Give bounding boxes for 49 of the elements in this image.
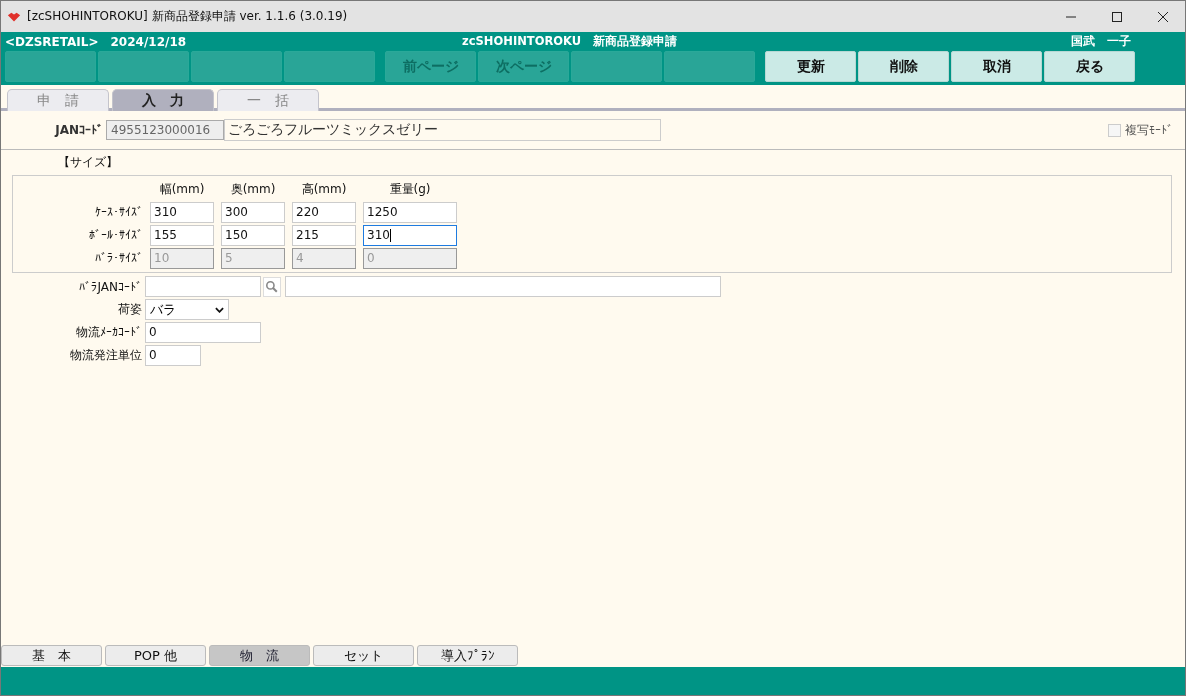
column-header: 高(mm) <box>300 180 348 198</box>
column-header: 幅(mm) <box>158 180 206 198</box>
company-label: <DZSRETAIL> <box>5 34 99 49</box>
function-key[interactable]: 削除 <box>858 51 949 82</box>
row-label: ﾎﾞｰﾙ･ｻｲｽﾞ <box>88 228 143 242</box>
input-field[interactable] <box>145 276 261 297</box>
input-field[interactable]: 0 <box>145 345 201 366</box>
row-label: ﾊﾞﾗ･ｻｲｽﾞ <box>94 251 143 265</box>
tab[interactable]: 導入ﾌﾟﾗﾝ <box>417 645 518 666</box>
field-label: 物流ﾒｰｶｺｰﾄﾞ <box>75 324 142 341</box>
jan-code-field: 4955123000016 <box>106 120 224 140</box>
input-field[interactable]: 0 <box>145 322 261 343</box>
column-header: 重量(g) <box>388 180 432 198</box>
chevron-down-icon <box>215 306 224 313</box>
function-key[interactable]: 取消 <box>951 51 1042 82</box>
screen-title: zcSHOHINTOROKU 新商品登録申請 <box>462 34 678 49</box>
column-header: 奥(mm) <box>229 180 277 198</box>
app-logo-icon <box>7 10 21 23</box>
field-label: 荷姿 <box>117 301 142 318</box>
input-field[interactable]: 300 <box>221 201 285 223</box>
input-field[interactable]: 310 <box>150 201 214 223</box>
packing-dropdown[interactable]: バラ <box>145 299 229 320</box>
field-label: 物流発注単位 <box>69 347 142 364</box>
checkbox[interactable] <box>1108 123 1121 137</box>
section-title: 【サイズ】 <box>58 154 119 171</box>
tab[interactable]: 入 力 <box>112 89 214 111</box>
function-key[interactable]: 戻る <box>1044 51 1135 82</box>
field-label: JANｺｰﾄﾞ <box>53 123 103 137</box>
date-label: 2024/12/18 <box>110 34 187 49</box>
input-field[interactable]: 215 <box>292 224 356 246</box>
input-field[interactable]: 310 <box>363 224 457 246</box>
user-name: 国武 一子 <box>1071 34 1131 49</box>
input-field[interactable]: 1250 <box>363 201 457 223</box>
maximize-icon[interactable] <box>1111 10 1123 23</box>
product-name-field[interactable]: ごろごろフルーツミックスゼリー <box>224 119 661 141</box>
field-label: ﾊﾞﾗJANｺｰﾄﾞ <box>78 279 142 294</box>
tab[interactable]: セット <box>313 645 414 666</box>
tab[interactable]: 物 流 <box>209 645 310 666</box>
tab[interactable]: 基 本 <box>1 645 102 666</box>
function-key[interactable]: 更新 <box>765 51 856 82</box>
checkbox-label: 複写ﾓｰﾄﾞ <box>1125 121 1173 139</box>
input-field[interactable]: 150 <box>221 224 285 246</box>
search-icon[interactable] <box>263 276 281 297</box>
tab[interactable]: POP 他 <box>105 645 206 666</box>
input-field[interactable]: 155 <box>150 224 214 246</box>
window-title: [zcSHOHINTOROKU] 新商品登録申請 ver. 1.1.6 (3.0.19) <box>27 8 348 25</box>
row-label: ｹｰｽ･ｻｲｽﾞ <box>94 205 143 219</box>
input-field[interactable]: 220 <box>292 201 356 223</box>
close-icon[interactable] <box>1157 10 1169 23</box>
